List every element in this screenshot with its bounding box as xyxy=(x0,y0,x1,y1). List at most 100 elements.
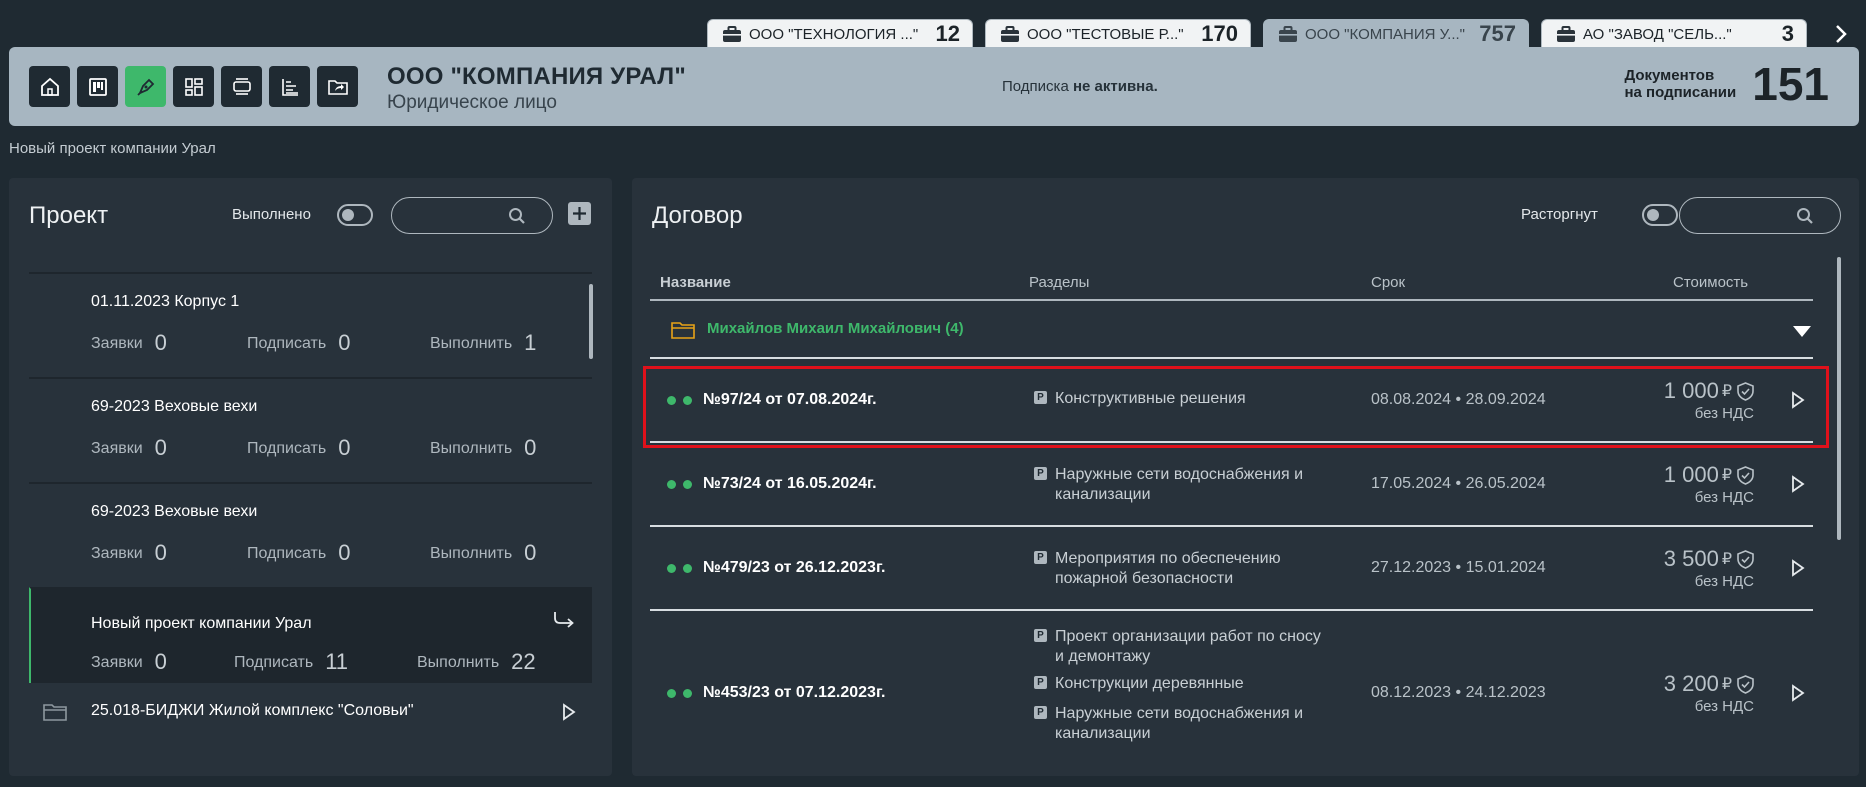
requests-label: Заявки xyxy=(91,654,143,671)
project-name: 69-2023 Веховые вехи xyxy=(91,503,258,520)
company-tab-1[interactable]: ООО "ТЕХНОЛОГИЯ ..." 12 xyxy=(707,19,973,48)
section-name: Наружные сети водоснабжения и канализаци… xyxy=(1055,466,1304,503)
company-tab-count: 12 xyxy=(935,21,960,46)
tree-button[interactable] xyxy=(269,66,310,107)
project-item-selected[interactable]: Новый проект компании Урал Заявки 0 Подпи… xyxy=(29,587,592,683)
documents-to-sign[interactable]: Документов на подписании 151 xyxy=(1624,57,1829,111)
project-item[interactable]: 69-2023 Веховые вехи Заявки 0 Подписать 0 … xyxy=(29,377,592,482)
sign-count: 0 xyxy=(338,330,351,355)
vat-label: без НДС xyxy=(1694,573,1754,590)
column-cost[interactable]: Стоимость xyxy=(1673,274,1748,291)
contract-price: 3 500 ₽ без НДС xyxy=(1664,546,1754,590)
subscription-label: Подписка xyxy=(1002,78,1069,95)
contract-row[interactable]: №73/24 от 16.05.2024г. P Наружные сети во… xyxy=(650,441,1813,525)
project-to-do: Выполнить 22 xyxy=(417,649,536,675)
caret-down-icon[interactable] xyxy=(1793,326,1811,337)
column-name[interactable]: Название xyxy=(660,274,731,291)
tabs-next-button[interactable] xyxy=(1830,20,1852,48)
contract-price: 3 200 ₽ без НДС xyxy=(1664,671,1754,715)
status-dot xyxy=(667,689,676,698)
search-icon[interactable] xyxy=(508,207,526,225)
column-sections[interactable]: Разделы xyxy=(1029,274,1089,291)
requests-count: 0 xyxy=(154,330,167,355)
terminated-toggle[interactable] xyxy=(1642,204,1678,226)
add-project-button[interactable] xyxy=(568,202,591,225)
shield-check-icon xyxy=(1737,674,1754,694)
price-value: 1 000 xyxy=(1663,462,1719,487)
folder-icon xyxy=(671,322,695,339)
sign-count: 0 xyxy=(338,540,351,565)
kanban-icon xyxy=(88,77,107,96)
company-header: ООО "КОМПАНИЯ УРАЛ" Юридическое лицо Под… xyxy=(9,47,1859,126)
contract-row[interactable]: №453/23 от 07.12.2023г. P Проект организа… xyxy=(650,609,1813,776)
completed-toggle-label: Выполнено xyxy=(232,206,311,223)
company-tab-4[interactable]: АО "ЗАВОД "СЕЛЬ..." 3 xyxy=(1541,19,1807,48)
section-badge: P xyxy=(1034,676,1047,689)
project-search-input[interactable] xyxy=(404,205,504,227)
section-badge: P xyxy=(1034,706,1047,719)
breadcrumb[interactable]: Новый проект компании Урал xyxy=(9,140,216,157)
do-count: 22 xyxy=(511,649,536,674)
dashboard-icon xyxy=(184,77,203,96)
contract-section: P Наружные сети водоснабжения и канализац… xyxy=(1034,704,1334,744)
kanban-button[interactable] xyxy=(77,66,118,107)
status-dot xyxy=(683,396,692,405)
project-to-sign: Подписать 0 xyxy=(247,330,350,356)
status-dots xyxy=(667,564,699,573)
project-to-do: Выполнить 1 xyxy=(430,330,536,356)
play-right-icon[interactable] xyxy=(1791,559,1805,577)
shared-folder-button[interactable] xyxy=(317,66,358,107)
status-dots xyxy=(667,480,699,489)
contract-list-scrollbar[interactable] xyxy=(1837,257,1841,540)
contract-row[interactable]: №97/24 от 07.08.2024г. P Конструктивные р… xyxy=(650,357,1813,441)
pen-icon xyxy=(136,78,154,96)
requests-count: 0 xyxy=(154,649,167,674)
play-right-icon[interactable] xyxy=(1791,684,1805,702)
open-project-icon[interactable] xyxy=(552,610,576,630)
project-requests: Заявки 0 xyxy=(91,540,167,566)
search-icon[interactable] xyxy=(1796,207,1814,225)
project-list: 01.11.2023 Корпус 1 Заявки 0 Подписать 0 В… xyxy=(29,272,592,776)
status-dot xyxy=(683,689,692,698)
play-right-icon[interactable] xyxy=(1791,475,1805,493)
tree-icon xyxy=(281,78,298,96)
section-name: Мероприятия по обеспечению пожарной безо… xyxy=(1055,550,1281,587)
project-folder[interactable]: 25.018-БИДЖИ Жилой комплекс "Соловьи" xyxy=(29,683,592,741)
do-label: Выполнить xyxy=(430,440,513,457)
company-tab-3[interactable]: ООО "КОМПАНИЯ У..." 757 xyxy=(1263,19,1529,48)
project-list-scrollbar[interactable] xyxy=(589,284,593,359)
company-tab-2[interactable]: ООО "ТЕСТОВЫЕ Р..." 170 xyxy=(985,19,1251,48)
contract-group[interactable]: Михайлов Михаил Михайлович (4) xyxy=(650,303,1813,357)
section-badge: P xyxy=(1034,551,1047,564)
section-name: Конструкции деревянные xyxy=(1055,675,1244,692)
play-right-icon[interactable] xyxy=(562,703,576,721)
toolbar xyxy=(29,66,365,107)
currency: ₽ xyxy=(1721,551,1732,568)
list-button[interactable] xyxy=(221,66,262,107)
folder-icon xyxy=(43,704,67,721)
documents-label-line2: на подписании xyxy=(1624,84,1737,101)
completed-toggle[interactable] xyxy=(337,204,373,226)
do-label: Выполнить xyxy=(430,335,513,352)
status-dot xyxy=(683,564,692,573)
shield-check-icon xyxy=(1737,465,1754,485)
project-item[interactable]: 69-2023 Веховые вехи Заявки 0 Подписать 0 … xyxy=(29,482,592,587)
column-term[interactable]: Срок xyxy=(1371,274,1405,291)
home-button[interactable] xyxy=(29,66,70,107)
company-tab-name: АО "ЗАВОД "СЕЛЬ..." xyxy=(1583,25,1732,43)
contract-row[interactable]: №479/23 от 26.12.2023г. P Мероприятия по … xyxy=(650,525,1813,609)
project-item[interactable]: 01.11.2023 Корпус 1 Заявки 0 Подписать 0 В… xyxy=(29,272,592,377)
contract-term: 27.12.2023 • 15.01.2024 xyxy=(1371,559,1546,576)
project-name: 69-2023 Веховые вехи xyxy=(91,398,258,415)
briefcase-icon xyxy=(723,25,741,42)
contract-search-input[interactable] xyxy=(1692,205,1792,227)
dashboard-button[interactable] xyxy=(173,66,214,107)
project-requests: Заявки 0 xyxy=(91,435,167,461)
sign-button[interactable] xyxy=(125,66,166,107)
project-panel: Проект Выполнено 01.11.2023 Корпус 1 Зая… xyxy=(9,178,612,776)
play-right-icon[interactable] xyxy=(1791,391,1805,409)
requests-label: Заявки xyxy=(91,440,143,457)
contract-term: 08.12.2023 • 24.12.2023 xyxy=(1371,684,1546,701)
contract-section: P Наружные сети водоснабжения и канализац… xyxy=(1034,465,1334,505)
contract-panel: Договор Расторгнут Название Разделы Срок… xyxy=(632,178,1859,776)
